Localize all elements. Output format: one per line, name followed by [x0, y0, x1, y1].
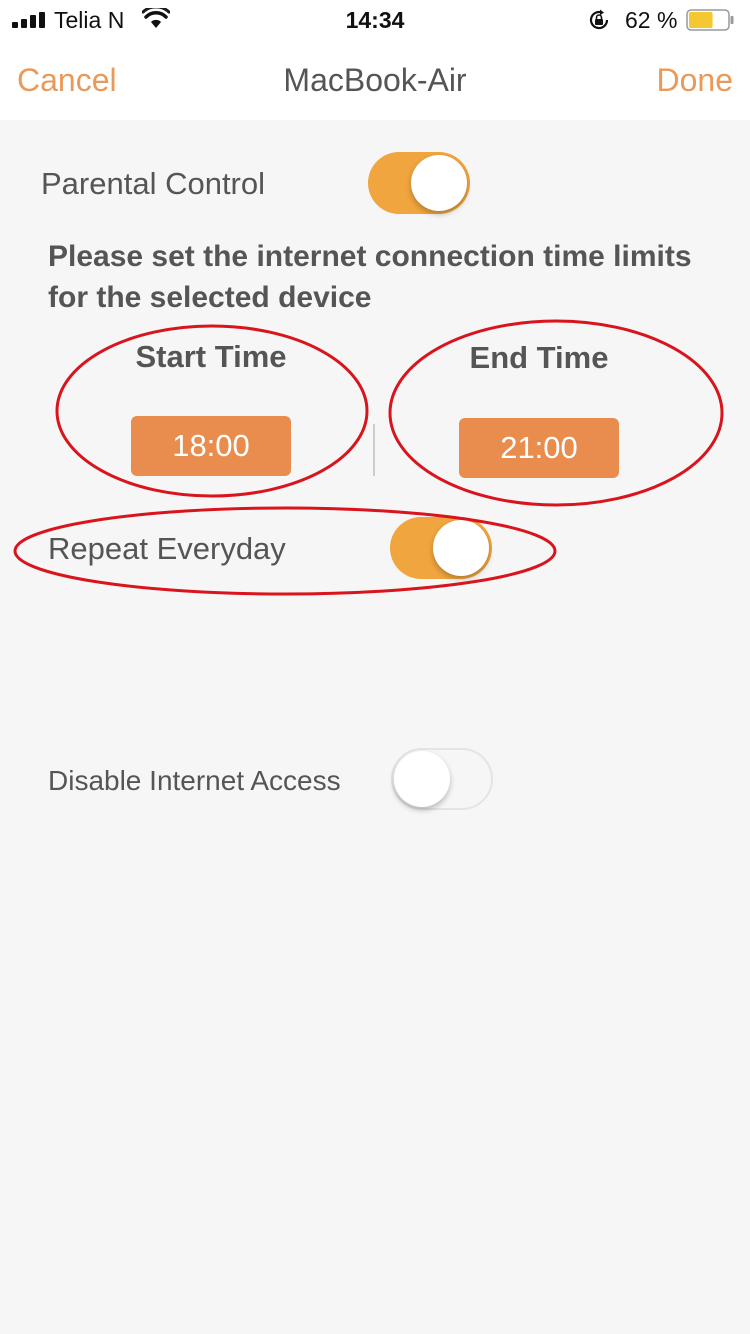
start-time-heading: Start Time [135, 339, 287, 374]
disable-internet-toggle[interactable] [391, 748, 493, 810]
parental-control-toggle[interactable] [368, 152, 470, 214]
toggle-knob [433, 520, 489, 576]
battery-percent: 62 % [625, 7, 678, 33]
repeat-everyday-toggle[interactable] [390, 517, 492, 579]
end-time-button[interactable]: 21:00 [459, 418, 619, 478]
time-divider [373, 424, 375, 476]
start-time-button[interactable]: 18:00 [131, 416, 291, 476]
toggle-knob [394, 751, 450, 807]
battery-icon [686, 9, 734, 31]
time-limit-description: Please set the internet connection time … [48, 240, 692, 314]
parental-control-label: Parental Control [41, 166, 266, 201]
orientation-lock-icon [589, 9, 609, 30]
end-time-heading: End Time [469, 340, 609, 375]
toggle-knob [411, 155, 467, 211]
repeat-everyday-label: Repeat Everyday [48, 531, 286, 566]
done-button[interactable]: Done [657, 58, 734, 102]
disable-internet-label: Disable Internet Access [48, 765, 341, 796]
page-title: MacBook-Air [283, 62, 467, 98]
